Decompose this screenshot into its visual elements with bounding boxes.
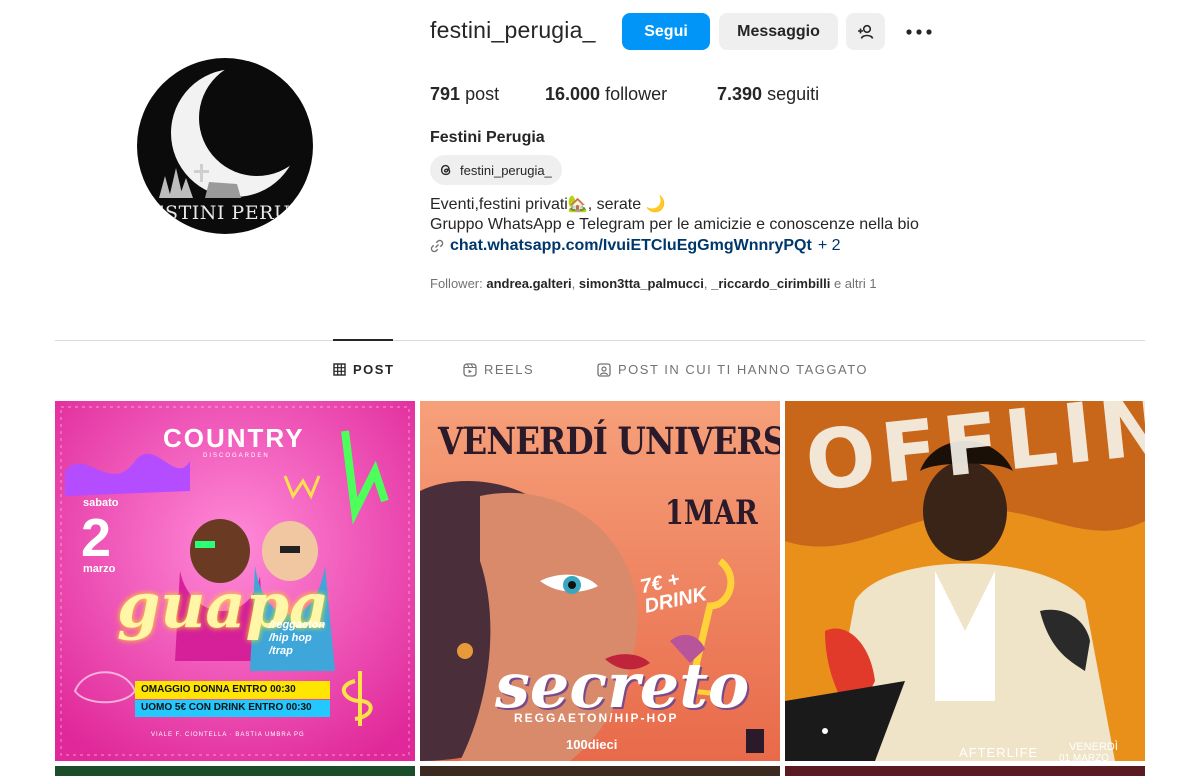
reels-icon <box>463 362 477 377</box>
grid-icon <box>333 363 346 376</box>
threads-handle: festini_perugia_ <box>460 162 552 178</box>
followers-count: 16.000 <box>545 84 601 104</box>
post-thumbnail[interactable]: COUNTRY DISCOGARDEN sabato 2 marzo guapa… <box>55 401 415 761</box>
following-label: seguiti <box>767 84 820 104</box>
active-tab-indicator <box>333 339 393 341</box>
post-thumbnail[interactable] <box>420 766 780 776</box>
post-2-headline: VENERDÍ UNIVERSITARIO <box>438 419 780 463</box>
profile-full-name: Festini Perugia <box>430 129 545 146</box>
following-count: 7.390 <box>717 84 763 104</box>
post-1-venue: COUNTRY <box>163 423 305 453</box>
post-1-day-number: 2 <box>81 508 112 568</box>
post-1-venue-sub: DISCOGARDEN <box>203 453 270 459</box>
bio-external-link[interactable]: chat.whatsapp.com/IvuiETCluEgGmgWnnryPQt… <box>430 237 841 255</box>
add-user-icon <box>857 24 873 39</box>
post-3-footer-date: 01 MARZO <box>1059 753 1110 761</box>
following-stat[interactable]: 7.390 seguiti <box>717 84 819 105</box>
bio-link-more[interactable]: + 2 <box>818 237 841 255</box>
tab-tagged[interactable]: POST IN CUI TI HANNO TAGGATO <box>597 362 868 377</box>
suggested-users-button[interactable] <box>846 13 885 50</box>
tab-reels-label: REELS <box>484 362 535 377</box>
followed-by-user[interactable]: _riccardo_cirimbilli <box>711 276 830 291</box>
post-3-footer-right: VENERDÌ <box>1069 741 1118 753</box>
avatar-text: FESTINI PERUGIA <box>137 202 313 224</box>
post-2-subtitle: REGGAETON/HIP-HOP <box>514 711 679 725</box>
post-1-month: marzo <box>83 563 116 575</box>
post-2-date: 1MAR <box>665 493 758 533</box>
followed-by: Follower: andrea.galteri, simon3tta_palm… <box>430 276 877 291</box>
posts-count-stat: 791 post <box>430 84 499 105</box>
bio-line-2: Gruppo WhatsApp e Telegram per le amiciz… <box>430 216 919 233</box>
bio-link-url[interactable]: chat.whatsapp.com/IvuiETCluEgGmgWnnryPQt <box>450 237 812 255</box>
profile-avatar[interactable]: FESTINI PERUGIA <box>137 58 313 234</box>
post-1-genre: /reggaeton <box>269 619 326 631</box>
more-options-icon[interactable] <box>904 22 936 42</box>
post-1-genre: /trap <box>269 645 293 657</box>
message-button[interactable]: Messaggio <box>719 13 838 50</box>
post-thumbnail[interactable]: OFFLINE AFTERLIFE VENERDÌ 01 MARZO <box>785 401 1145 761</box>
followed-by-user[interactable]: simon3tta_palmucci <box>579 276 704 291</box>
tab-posts[interactable]: POST <box>333 362 394 377</box>
followers-label: follower <box>605 84 668 104</box>
posts-label: post <box>465 84 500 104</box>
tabs-divider <box>55 340 1145 341</box>
post-2-brand: 100dieci <box>566 737 618 752</box>
threads-icon <box>440 164 451 176</box>
followed-by-suffix[interactable]: e altri 1 <box>834 276 877 291</box>
follow-button[interactable]: Segui <box>622 13 710 50</box>
profile-username: festini_perugia_ <box>430 17 596 43</box>
post-1-address: VIALE F. CIONTELLA · BASTIA UMBRA PG <box>151 732 305 738</box>
link-icon <box>430 239 444 253</box>
post-1-genre: /hip hop <box>269 632 312 644</box>
followed-by-prefix: Follower: <box>430 276 483 291</box>
post-thumbnail[interactable]: VENERDÍ UNIVERSITARIO 1MAR 7€ + DRINK se… <box>420 401 780 761</box>
post-thumbnail[interactable] <box>785 766 1145 776</box>
post-2-logo-icon <box>746 729 764 753</box>
tab-tagged-label: POST IN CUI TI HANNO TAGGATO <box>618 362 869 377</box>
post-3-footer-left: AFTERLIFE <box>959 745 1039 760</box>
tab-posts-label: POST <box>353 362 395 377</box>
post-thumbnail[interactable] <box>55 766 415 776</box>
threads-badge[interactable]: festini_perugia_ <box>430 155 562 185</box>
post-1-promo-men: UOMO 5€ CON DRINK ENTRO 00:30 <box>141 702 312 713</box>
posts-count: 791 <box>430 84 461 104</box>
followers-stat[interactable]: 16.000 follower <box>545 84 667 105</box>
bio-line-1: Eventi,festini privati🏡, serate 🌙 <box>430 196 666 213</box>
tab-reels[interactable]: REELS <box>463 362 534 377</box>
post-1-promo-women: OMAGGIO DONNA ENTRO 00:30 <box>141 684 296 695</box>
tagged-icon <box>597 362 611 377</box>
followed-by-user[interactable]: andrea.galteri <box>486 276 571 291</box>
